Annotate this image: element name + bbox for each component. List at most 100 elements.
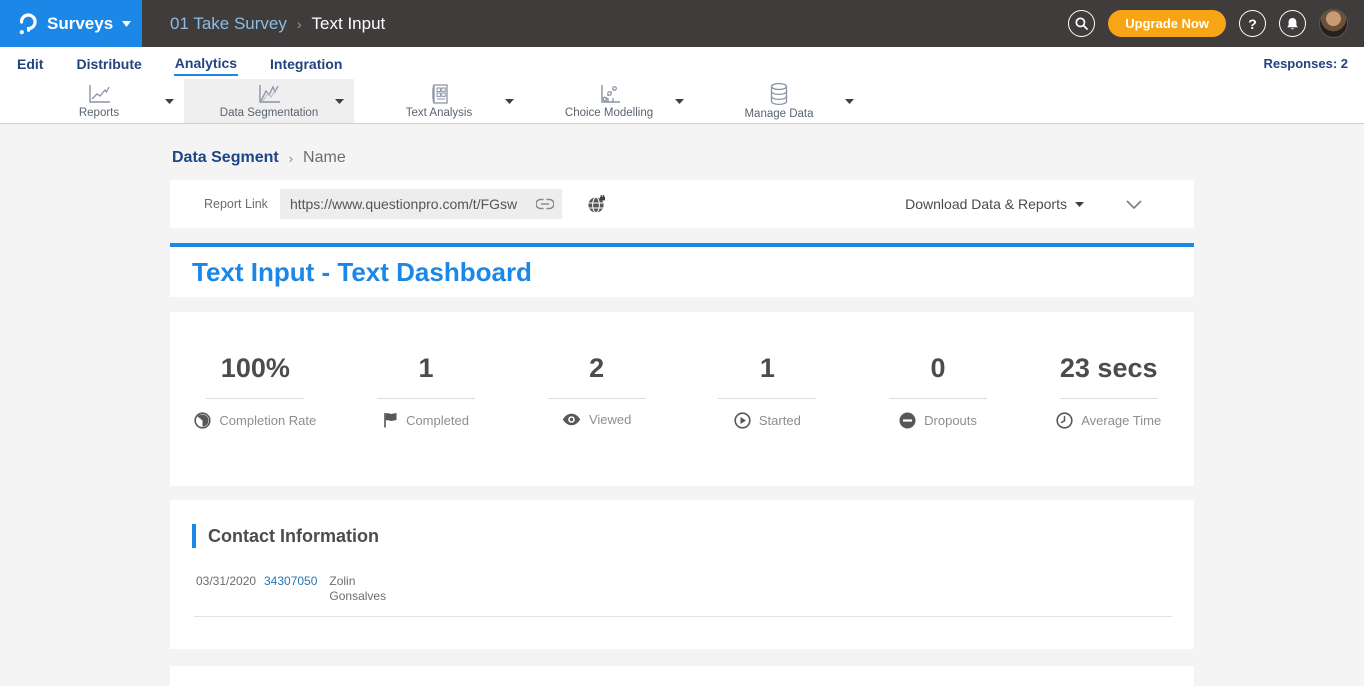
caret-down-icon	[845, 99, 854, 104]
tab-choice-modelling[interactable]: Choice Modelling	[524, 79, 694, 123]
divider	[206, 398, 304, 399]
segment-breadcrumb: Data Segment › Name	[172, 149, 1194, 167]
stat-average-time: 23 secs Average Time	[1023, 353, 1194, 486]
divider	[718, 398, 816, 399]
breadcrumb-current-page: Text Input	[312, 14, 386, 34]
surveys-product-menu[interactable]: Surveys	[0, 0, 142, 47]
bell-icon	[1286, 17, 1299, 31]
header-actions: Upgrade Now ?	[1068, 9, 1364, 38]
report-link-bar: Report Link Download Data & Reports	[170, 180, 1194, 228]
next-section-card	[170, 666, 1194, 686]
caret-down-icon	[335, 99, 344, 104]
tab-label: Text Analysis	[406, 107, 472, 119]
stat-value: 2	[589, 353, 604, 384]
notifications-button[interactable]	[1279, 10, 1306, 37]
caret-down-icon	[1075, 202, 1084, 207]
scatter-chart-icon	[596, 83, 622, 105]
stat-value: 0	[931, 353, 946, 384]
tab-reports[interactable]: Reports	[14, 79, 184, 123]
stat-started: 1 Started	[682, 353, 853, 486]
tab-manage-data[interactable]: Manage Data	[694, 79, 864, 123]
report-link-label: Report Link	[204, 197, 268, 211]
globe-lock-icon[interactable]	[587, 195, 606, 214]
play-circle-icon	[734, 412, 751, 429]
section-title: Contact Information	[192, 524, 1172, 548]
main-content: Data Segment › Name Report Link Download…	[0, 124, 1364, 685]
tab-data-segmentation[interactable]: Data Segmentation	[184, 79, 354, 123]
search-button[interactable]	[1068, 10, 1095, 37]
line-chart-icon	[86, 83, 112, 105]
nav-distribute[interactable]: Distribute	[75, 51, 142, 75]
eye-icon	[562, 413, 581, 426]
stat-completion-rate: 100% Completion Rate	[170, 353, 341, 486]
stat-label: Completed	[406, 413, 469, 428]
respondent-name: Zolin Gonsalves	[329, 574, 391, 604]
stat-value: 1	[760, 353, 775, 384]
user-avatar[interactable]	[1319, 9, 1348, 38]
caret-down-icon	[675, 99, 684, 104]
stat-value: 1	[418, 353, 433, 384]
tab-label: Manage Data	[744, 108, 813, 120]
top-header: Surveys 01 Take Survey › Text Input Upgr…	[0, 0, 1364, 47]
segment-current: Name	[303, 149, 346, 167]
report-url-box	[280, 189, 562, 219]
nav-edit[interactable]: Edit	[16, 51, 44, 75]
stat-value: 100%	[221, 353, 290, 384]
stat-value: 23 secs	[1060, 353, 1158, 384]
dashboard-title: Text Input - Text Dashboard	[192, 257, 532, 288]
caret-down-icon	[165, 99, 174, 104]
table-row: 03/31/2020 34307050 Zolin Gonsalves	[196, 574, 1172, 604]
divider	[889, 398, 987, 399]
divider	[377, 398, 475, 399]
collapse-chevron-icon[interactable]	[1126, 200, 1142, 209]
product-name: Surveys	[47, 14, 113, 34]
help-button[interactable]: ?	[1239, 10, 1266, 37]
tab-text-analysis[interactable]: Text Analysis	[354, 79, 524, 123]
stat-viewed: 2 Viewed	[511, 353, 682, 486]
database-icon	[767, 82, 791, 106]
stat-label: Dropouts	[924, 413, 977, 428]
breadcrumb: 01 Take Survey › Text Input	[142, 14, 385, 34]
download-data-reports-menu[interactable]: Download Data & Reports	[905, 196, 1084, 212]
caret-down-icon	[505, 99, 514, 104]
stat-label: Completion Rate	[219, 413, 316, 428]
question-mark-icon: ?	[1248, 16, 1257, 32]
stat-label: Viewed	[589, 412, 631, 427]
area-chart-icon	[256, 83, 282, 105]
chevron-down-icon	[122, 21, 131, 27]
download-label: Download Data & Reports	[905, 196, 1067, 212]
breadcrumb-survey-link[interactable]: 01 Take Survey	[170, 14, 287, 34]
completion-pie-icon	[194, 412, 211, 429]
nav-integration[interactable]: Integration	[269, 51, 343, 75]
link-icon[interactable]	[536, 197, 554, 211]
divider	[1060, 398, 1158, 399]
document-grid-icon	[428, 83, 450, 105]
upgrade-now-button[interactable]: Upgrade Now	[1108, 10, 1226, 37]
analytics-toolbar: Reports Data Segmentation Text Analysis …	[0, 79, 1364, 124]
survey-stats-card: 100% Completion Rate 1 Completed	[170, 312, 1194, 486]
response-date: 03/31/2020	[196, 574, 260, 604]
breadcrumb-separator: ›	[289, 151, 293, 166]
divider	[548, 398, 646, 399]
stat-label: Average Time	[1081, 413, 1161, 428]
clock-icon	[1056, 412, 1073, 429]
dashboard-title-card: Text Input - Text Dashboard	[170, 243, 1194, 297]
response-id-link[interactable]: 34307050	[264, 574, 317, 604]
data-segment-link[interactable]: Data Segment	[172, 149, 279, 167]
search-icon	[1075, 17, 1088, 30]
tab-label: Data Segmentation	[220, 107, 318, 119]
stat-completed: 1 Completed	[341, 353, 512, 486]
responses-count[interactable]: Responses: 2	[1263, 56, 1348, 71]
contact-information-card: Contact Information 03/31/2020 34307050 …	[170, 500, 1194, 649]
tab-label: Reports	[79, 107, 119, 119]
divider	[194, 616, 1172, 617]
nav-analytics[interactable]: Analytics	[174, 50, 238, 76]
survey-nav: Edit Distribute Analytics Integration Re…	[0, 47, 1364, 79]
questionpro-logo-icon	[16, 12, 38, 36]
stat-dropouts: 0 Dropouts	[853, 353, 1024, 486]
stat-label: Started	[759, 413, 801, 428]
flag-icon	[383, 412, 398, 428]
report-url-input[interactable]	[290, 196, 536, 212]
minus-circle-icon	[899, 412, 916, 429]
breadcrumb-separator: ›	[297, 16, 302, 32]
